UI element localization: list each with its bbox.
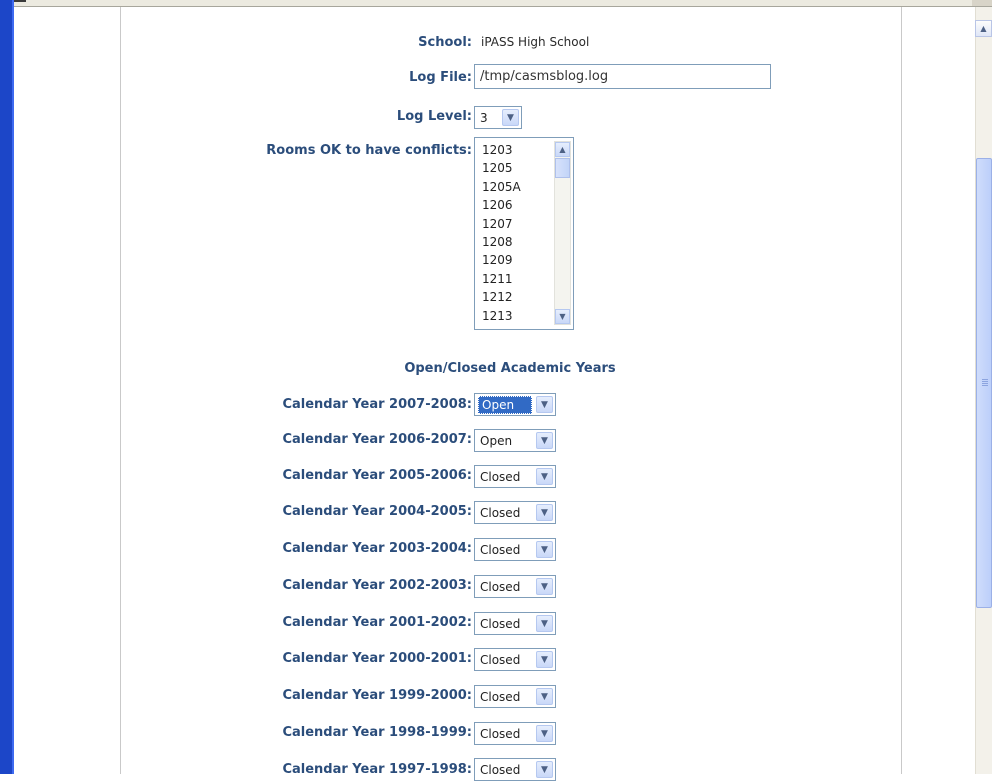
year-label-2007-2008: Calendar Year 2007-2008: [282, 397, 472, 412]
year-select-1998-1999[interactable]: Closed ▼ [474, 722, 556, 745]
chevron-down-icon[interactable]: ▼ [502, 109, 519, 126]
scrollbar-grip [982, 379, 988, 380]
year-label-2004-2005: Calendar Year 2004-2005: [282, 504, 472, 519]
school-value: iPASS High School [481, 35, 590, 49]
chevron-down-icon[interactable]: ▼ [536, 761, 553, 778]
year-select-value: Closed [480, 762, 521, 777]
arrow-up-icon[interactable]: ▲ [555, 142, 570, 157]
year-select-2006-2007[interactable]: Open ▼ [474, 429, 556, 452]
chevron-down-icon[interactable]: ▼ [536, 396, 553, 413]
year-select-value: Open [478, 395, 532, 414]
chevron-down-icon[interactable]: ▼ [536, 688, 553, 705]
chevron-down-icon[interactable]: ▼ [536, 541, 553, 558]
rooms-list-scrollbar[interactable]: ▲ ▼ [554, 141, 571, 325]
year-label-2000-2001: Calendar Year 2000-2001: [282, 651, 472, 666]
year-select-value: Closed [480, 505, 521, 520]
year-select-1997-1998[interactable]: Closed ▼ [474, 758, 556, 781]
window-top-border [0, 0, 992, 7]
year-select-value: Open [480, 433, 513, 448]
window-left-highlight [12, 0, 14, 774]
window-top-inner [12, 0, 972, 6]
rooms-listbox[interactable]: 1203 1205 1205A 1206 1207 1208 1209 1211… [474, 137, 574, 330]
rooms-list-scroll-thumb[interactable] [555, 158, 570, 178]
year-label-2003-2004: Calendar Year 2003-2004: [282, 541, 472, 556]
log-level-label: Log Level: [396, 109, 472, 124]
rooms-label: Rooms OK to have conflicts: [266, 143, 472, 158]
year-select-2004-2005[interactable]: Closed ▼ [474, 501, 556, 524]
year-select-2002-2003[interactable]: Closed ▼ [474, 575, 556, 598]
year-select-2001-2002[interactable]: Closed ▼ [474, 612, 556, 635]
log-file-label: Log File: [409, 70, 472, 85]
log-level-select[interactable]: 3 ▼ [474, 106, 522, 129]
year-label-2002-2003: Calendar Year 2002-2003: [282, 578, 472, 593]
year-select-value: Closed [480, 726, 521, 741]
year-select-2000-2001[interactable]: Closed ▼ [474, 648, 556, 671]
chevron-down-icon[interactable]: ▼ [536, 578, 553, 595]
year-select-2005-2006[interactable]: Closed ▼ [474, 465, 556, 488]
arrow-down-icon[interactable]: ▼ [555, 309, 570, 324]
year-select-2003-2004[interactable]: Closed ▼ [474, 538, 556, 561]
year-label-2005-2006: Calendar Year 2005-2006: [282, 468, 472, 483]
chevron-down-icon[interactable]: ▼ [536, 651, 553, 668]
log-file-input[interactable] [474, 64, 771, 89]
year-select-value: Closed [480, 616, 521, 631]
year-select-value: Closed [480, 652, 521, 667]
window-left-border [0, 0, 12, 774]
log-level-value: 3 [480, 110, 488, 125]
year-select-2007-2008[interactable]: Open ▼ [474, 393, 556, 416]
year-select-value: Closed [480, 542, 521, 557]
scrollbar-thumb[interactable] [976, 158, 992, 608]
year-label-2001-2002: Calendar Year 2001-2002: [282, 615, 472, 630]
school-label: School: [418, 35, 472, 50]
year-select-value: Closed [480, 689, 521, 704]
year-select-value: Closed [480, 469, 521, 484]
arrow-up-icon: ▲ [980, 24, 987, 33]
chevron-down-icon[interactable]: ▼ [536, 615, 553, 632]
chevron-down-icon[interactable]: ▼ [536, 432, 553, 449]
year-select-value: Closed [480, 579, 521, 594]
chevron-down-icon[interactable]: ▼ [536, 504, 553, 521]
chevron-down-icon[interactable]: ▼ [536, 725, 553, 742]
year-label-1999-2000: Calendar Year 1999-2000: [282, 688, 472, 703]
year-label-2006-2007: Calendar Year 2006-2007: [282, 432, 472, 447]
year-label-1997-1998: Calendar Year 1997-1998: [282, 762, 472, 777]
year-label-1998-1999: Calendar Year 1998-1999: [282, 725, 472, 740]
year-select-1999-2000[interactable]: Closed ▼ [474, 685, 556, 708]
section-title: Open/Closed Academic Years [404, 361, 616, 376]
window-corner-line [12, 0, 26, 2]
scroll-up-button[interactable]: ▲ [975, 20, 992, 37]
chevron-down-icon[interactable]: ▼ [536, 468, 553, 485]
